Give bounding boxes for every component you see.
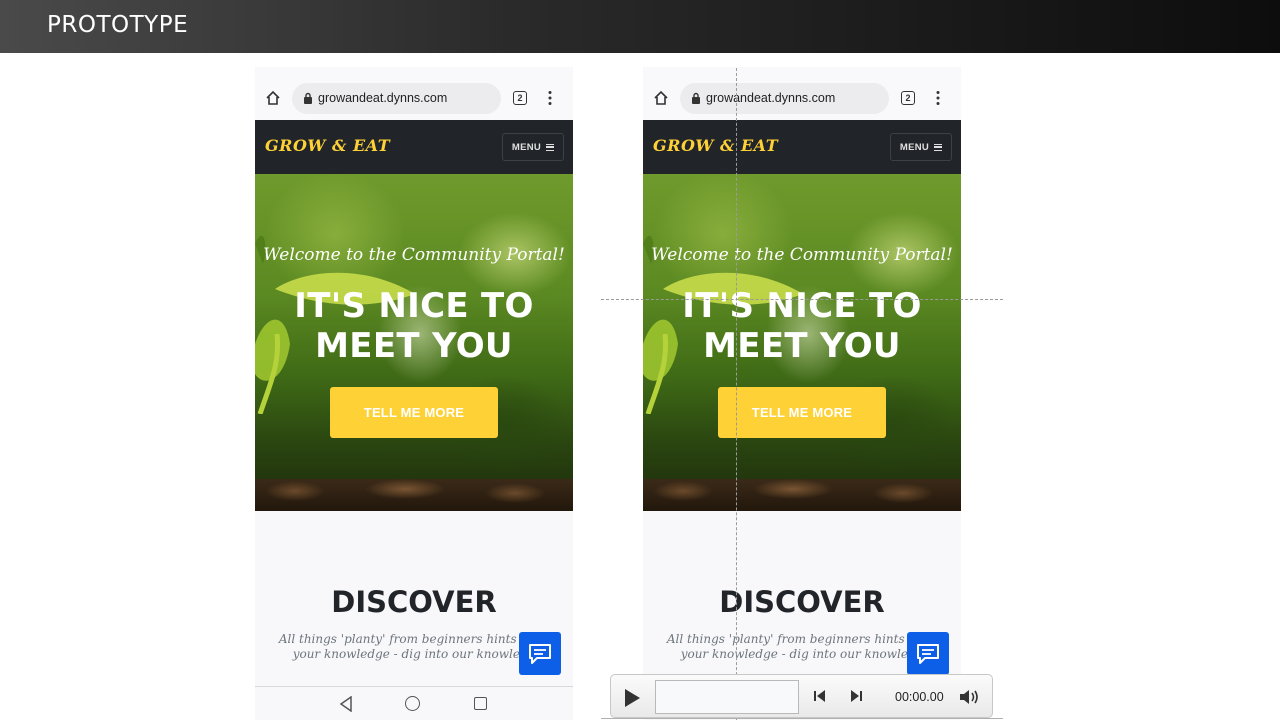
kebab-menu-icon[interactable] [935, 90, 941, 106]
vertical-guide-line [736, 68, 737, 720]
browser-toolbar: growandeat.dynns.com 2 [255, 67, 573, 120]
site-navbar: GROW & EAT MENU [255, 120, 573, 174]
hero-section: Welcome to the Community Portal! IT'S NI… [255, 174, 573, 511]
menu-label: MENU [511, 141, 542, 153]
lock-icon [692, 92, 700, 104]
media-player: 00:00.00 [610, 674, 993, 718]
lock-icon [304, 92, 312, 104]
next-icon[interactable] [849, 689, 863, 703]
tell-me-more-button[interactable]: TELL ME MORE [330, 387, 498, 438]
headline-line-2: MEET YOU [315, 326, 513, 366]
hero-headline: IT'S NICE TO MEET YOU [643, 286, 961, 366]
kebab-menu-icon[interactable] [547, 90, 553, 106]
chat-icon [917, 643, 939, 664]
tell-me-more-button[interactable]: TELL ME MORE [718, 387, 886, 438]
menu-button[interactable]: MENU [890, 133, 952, 161]
title-bar: PROTOTYPE [0, 0, 1280, 53]
chat-icon [529, 643, 551, 664]
home-icon[interactable] [265, 90, 281, 106]
brand-logo[interactable]: GROW & EAT [265, 136, 390, 155]
section-title: DISCOVER [331, 585, 497, 619]
prev-icon[interactable] [813, 689, 827, 703]
address-bar[interactable]: growandeat.dynns.com [292, 83, 501, 114]
hamburger-icon [546, 143, 555, 151]
welcome-text: Welcome to the Community Portal! [263, 245, 565, 265]
play-icon[interactable] [623, 688, 641, 708]
phone-screenshot-left: growandeat.dynns.com 2 GROW & EAT MENU W… [255, 67, 573, 720]
chat-button[interactable] [519, 632, 561, 675]
phone-screenshot-right: growandeat.dynns.com 2 GROW & EAT MENU W… [643, 67, 961, 720]
android-nav-bar [255, 686, 573, 720]
slide: PROTOTYPE growandeat.dynns.com 2 GROW & … [0, 0, 1280, 720]
soil-image [255, 479, 573, 511]
tabs-icon[interactable]: 2 [901, 91, 915, 105]
recent-apps-icon[interactable] [474, 697, 487, 710]
headline-line-2: MEET YOU [703, 326, 901, 366]
hero-headline: IT'S NICE TO MEET YOU [255, 286, 573, 366]
seek-bar[interactable] [655, 680, 799, 714]
brand-logo[interactable]: GROW & EAT [653, 136, 778, 155]
welcome-text: Welcome to the Community Portal! [651, 245, 953, 265]
hamburger-icon [934, 143, 943, 151]
browser-toolbar: growandeat.dynns.com 2 [643, 67, 961, 120]
menu-button[interactable]: MENU [502, 133, 564, 161]
headline-line-1: IT'S NICE TO [294, 286, 534, 326]
circle-home-icon[interactable] [405, 696, 420, 711]
volume-icon[interactable] [959, 688, 981, 706]
tabs-icon[interactable]: 2 [513, 91, 527, 105]
chat-button[interactable] [907, 632, 949, 675]
time-display: 00:00.00 [895, 690, 944, 704]
horizontal-guide-line [601, 299, 1003, 300]
back-icon[interactable] [339, 696, 353, 712]
soil-image [643, 479, 961, 511]
menu-label: MENU [899, 141, 930, 153]
home-icon[interactable] [653, 90, 669, 106]
player-baseline [601, 718, 1003, 719]
slide-title: PROTOTYPE [47, 12, 189, 38]
url-text: growandeat.dynns.com [706, 91, 836, 105]
url-text: growandeat.dynns.com [318, 91, 448, 105]
section-title: DISCOVER [719, 585, 885, 619]
hero-section: Welcome to the Community Portal! IT'S NI… [643, 174, 961, 511]
site-navbar: GROW & EAT MENU [643, 120, 961, 174]
headline-line-1: IT'S NICE TO [682, 286, 922, 326]
address-bar[interactable]: growandeat.dynns.com [680, 83, 889, 114]
